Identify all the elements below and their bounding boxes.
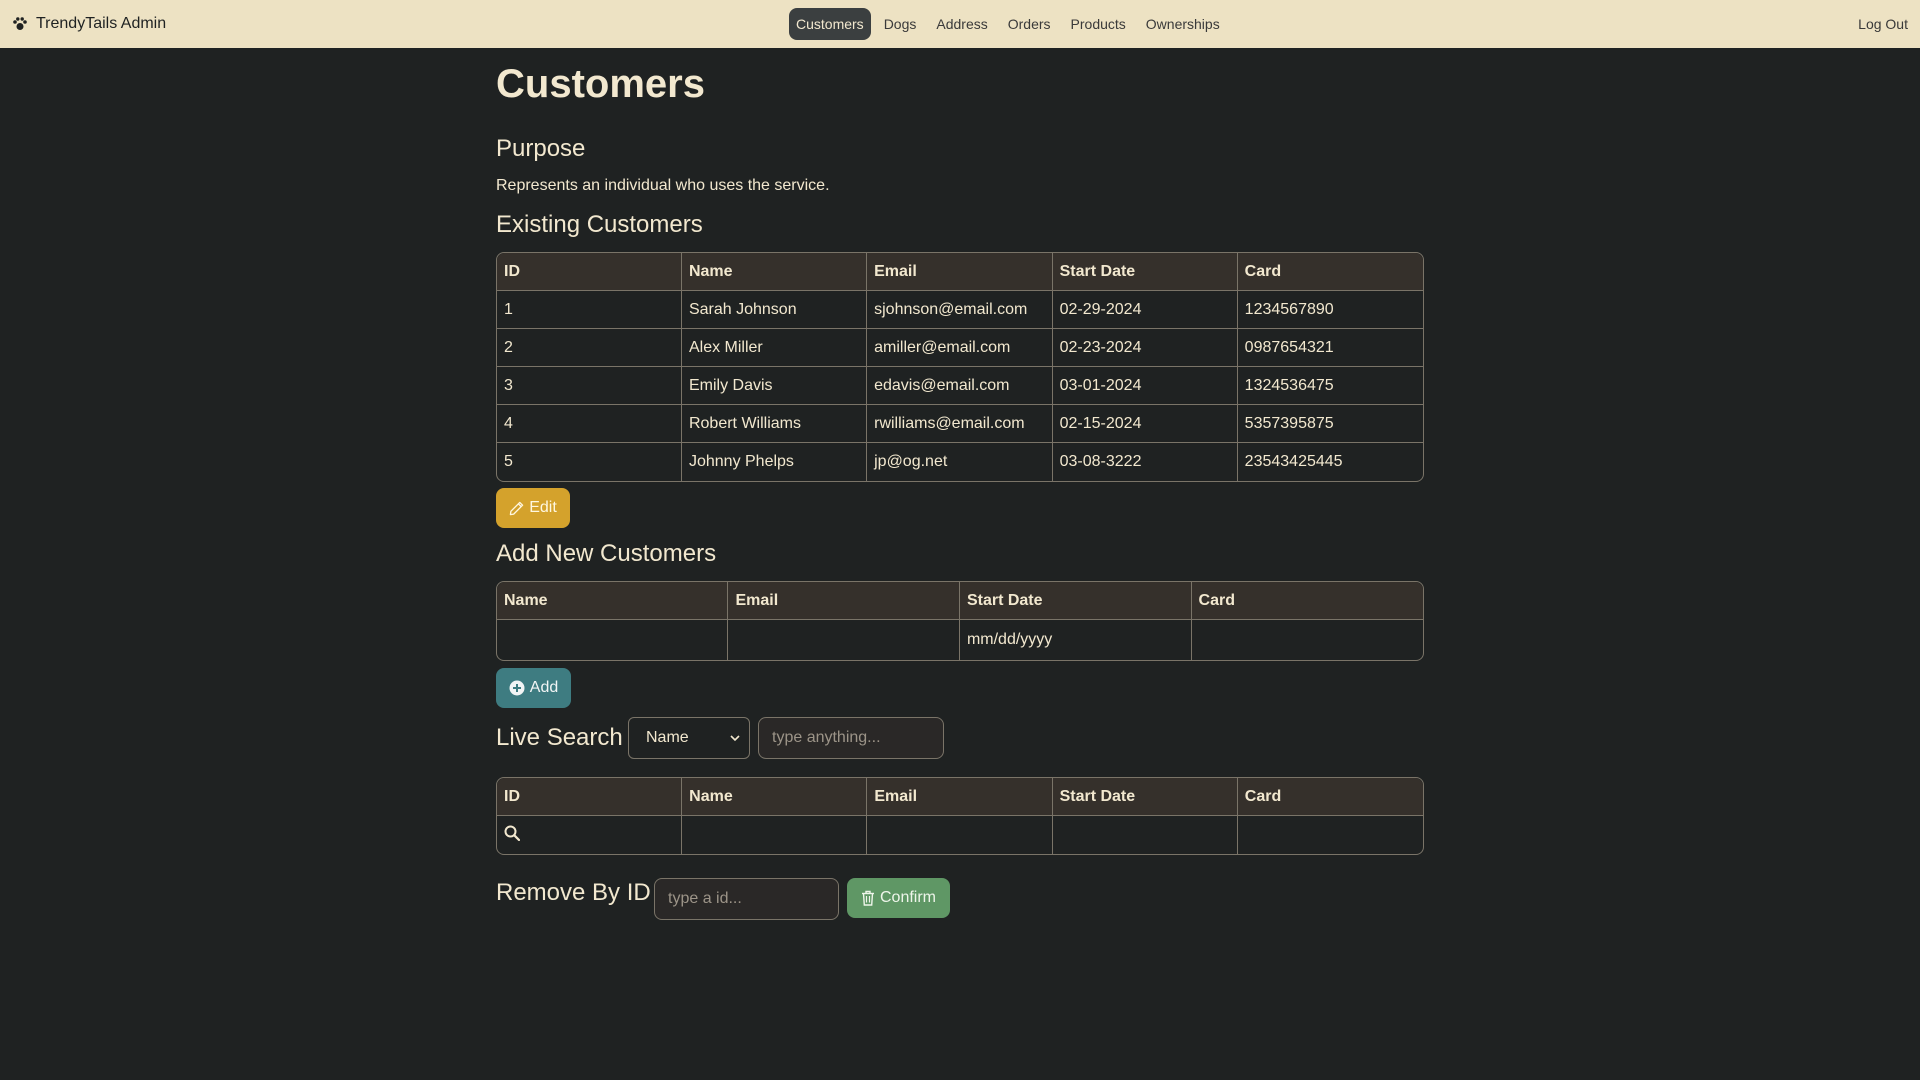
confirm-button-label: Confirm [879, 889, 936, 906]
add-customer-table: Name Email Start Date Card mm/dd/yyyy [496, 581, 1424, 661]
table-row: 2 Alex Miller amiller@email.com 02-23-20… [497, 329, 1423, 367]
pencil-icon [509, 501, 524, 515]
nav-link-orders[interactable]: Orders [1001, 8, 1058, 40]
cell-name: Alex Miller [681, 329, 868, 367]
live-search-heading: Live Search [496, 724, 623, 751]
table-header-row: ID Name Email Start Date Card [497, 253, 1423, 291]
edit-button-label: Edit [529, 499, 557, 516]
chevron-down-icon [730, 735, 740, 742]
name-input[interactable] [497, 620, 729, 660]
cell-start-date: 03-08-3222 [1053, 443, 1238, 481]
table-row: 1 Sarah Johnson sjohnson@email.com 02-29… [497, 291, 1423, 329]
top-navbar: TrendyTails Admin Customers Dogs Address… [0, 0, 1920, 48]
cell-name [682, 816, 868, 854]
cell-email: sjohnson@email.com [867, 291, 1053, 329]
live-search-results-table: ID Name Email Start Date Card [496, 777, 1424, 855]
table-row: 4 Robert Williams rwilliams@email.com 02… [497, 405, 1423, 443]
cell-id [497, 816, 683, 854]
nav-link-dogs[interactable]: Dogs [877, 8, 924, 40]
add-customers-heading: Add New Customers [496, 540, 717, 567]
column-header-name: Name [681, 253, 868, 291]
cell-id: 1 [497, 291, 682, 329]
cell-id: 4 [497, 405, 682, 443]
cell-email: jp@og.net [867, 443, 1053, 481]
brand-link[interactable]: TrendyTails Admin [12, 0, 166, 48]
cell-card: 1324536475 [1237, 367, 1423, 405]
page-title: Customers [496, 62, 705, 106]
logout-link[interactable]: Log Out [1858, 0, 1908, 48]
cell-card: 5357395875 [1237, 405, 1423, 443]
cell-start-date: 02-29-2024 [1052, 291, 1238, 329]
cell-email: edavis@email.com [867, 367, 1053, 405]
nav-links: Customers Dogs Address Orders Products O… [789, 8, 1227, 40]
table-row [497, 816, 1423, 854]
cell-name: Johnny Phelps [682, 443, 868, 481]
cell-card: 1234567890 [1237, 291, 1423, 329]
card-input[interactable] [1192, 620, 1423, 660]
cell-email: rwilliams@email.com [867, 405, 1053, 443]
cell-card: 23543425445 [1244, 453, 1343, 470]
table-row: 5 Johnny Phelps jp@og.net 03-08-3222 235… [497, 443, 1423, 481]
cell-name: Robert Williams [681, 405, 868, 443]
live-search-input[interactable]: type anything... [758, 717, 944, 759]
confirm-remove-button[interactable]: Confirm [847, 878, 950, 918]
existing-customers-heading: Existing Customers [496, 211, 703, 238]
remove-id-input[interactable]: type a id... [654, 878, 839, 920]
column-header-email: Email [728, 582, 960, 620]
column-header-start-date: Start Date [1052, 253, 1238, 291]
nav-link-address[interactable]: Address [929, 8, 994, 40]
search-icon [504, 825, 520, 841]
column-header-start-date: Start Date [959, 582, 1192, 620]
cell-id: 3 [497, 367, 682, 405]
add-button[interactable]: Add [496, 668, 571, 708]
column-header-name: Name [497, 582, 729, 620]
cell-start-date: 02-15-2024 [1052, 405, 1238, 443]
email-input[interactable] [728, 620, 960, 660]
cell-start-date [1053, 816, 1238, 854]
cell-start-date: 02-23-2024 [1052, 329, 1238, 367]
remove-id-placeholder: type a id... [668, 890, 742, 907]
column-header-email: Email [867, 778, 1053, 816]
plus-circle-icon [509, 680, 525, 696]
cell-id: 5 [497, 443, 682, 481]
brand-name: TrendyTails Admin [36, 15, 167, 32]
column-header-id: ID [497, 778, 683, 816]
add-button-label: Add [529, 679, 559, 696]
cell-name: Sarah Johnson [681, 291, 868, 329]
cell-id: 2 [497, 329, 682, 367]
cell-email [867, 816, 1053, 854]
existing-customers-table: ID Name Email Start Date Card 1 Sarah Jo… [496, 252, 1424, 482]
nav-link-ownerships[interactable]: Ownerships [1139, 8, 1227, 40]
search-field-select[interactable]: Name [628, 717, 750, 759]
start-date-placeholder: mm/dd/yyyy [966, 631, 1053, 648]
input-row: mm/dd/yyyy [497, 620, 1423, 660]
column-header-start-date: Start Date [1052, 778, 1238, 816]
cell-card [1238, 816, 1423, 854]
remove-by-id-heading: Remove By ID [496, 879, 651, 906]
cell-name: Emily Davis [681, 367, 868, 405]
table-header-row: Name Email Start Date Card [497, 582, 1423, 620]
column-header-id: ID [497, 253, 682, 291]
start-date-input[interactable]: mm/dd/yyyy [960, 620, 1192, 660]
nav-link-customers[interactable]: Customers [789, 8, 871, 40]
cell-email: amiller@email.com [867, 329, 1053, 367]
purpose-text: Represents an individual who uses the se… [496, 177, 830, 194]
column-header-card: Card [1237, 253, 1423, 291]
table-header-row: ID Name Email Start Date Card [497, 778, 1423, 816]
column-header-name: Name [682, 778, 868, 816]
trash-icon [861, 890, 874, 906]
column-header-card: Card [1237, 778, 1423, 816]
table-row: 3 Emily Davis edavis@email.com 03-01-202… [497, 367, 1423, 405]
column-header-card: Card [1191, 582, 1423, 620]
cell-card: 0987654321 [1237, 329, 1423, 367]
paw-icon [13, 17, 27, 30]
purpose-heading: Purpose [496, 135, 586, 162]
live-search-placeholder: type anything... [772, 729, 881, 746]
edit-button[interactable]: Edit [496, 488, 570, 528]
column-header-email: Email [867, 253, 1053, 291]
search-field-select-value: Name [646, 729, 689, 746]
cell-start-date: 03-01-2024 [1052, 367, 1238, 405]
nav-link-products[interactable]: Products [1064, 8, 1133, 40]
